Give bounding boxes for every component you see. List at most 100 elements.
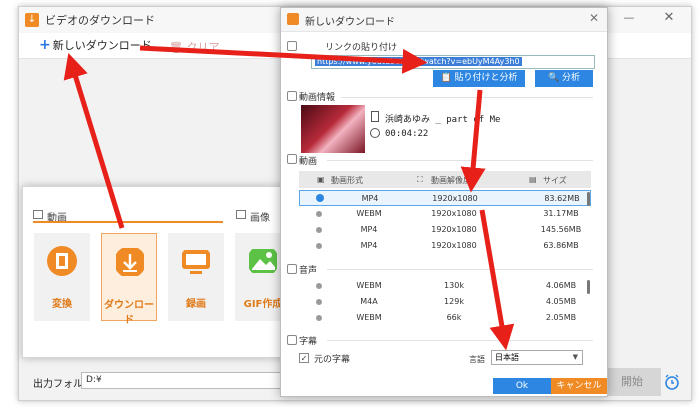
start-button[interactable]: 開始: [603, 368, 661, 396]
image-icon: [249, 249, 277, 273]
language-label: 言語: [469, 355, 485, 364]
convert-tile[interactable]: 変換: [34, 233, 90, 321]
audio-bitrate: 130k: [444, 281, 464, 290]
format-column-icon: ▣: [317, 175, 325, 184]
image-section-icon: [236, 210, 246, 219]
radio[interactable]: [316, 227, 322, 233]
main-window-title: ビデオのダウンロード: [45, 14, 155, 27]
monitor-icon: [182, 250, 210, 274]
clock-icon: [370, 128, 380, 138]
audio-row[interactable]: WEBM 130k 4.06MB: [299, 278, 591, 294]
info-icon: [287, 91, 297, 101]
analyze-button[interactable]: 🔍 分析: [535, 70, 593, 87]
radio[interactable]: [316, 299, 322, 305]
video-section-icon: [287, 154, 297, 164]
alarm-clock-icon[interactable]: [663, 373, 681, 391]
minimize-button[interactable]: —: [619, 11, 639, 29]
separator: [327, 269, 593, 270]
audio-row[interactable]: M4A 129k 4.05MB: [299, 294, 591, 310]
paste-and-analyze-button[interactable]: 📋 貼り付けと分析: [433, 70, 525, 87]
image-section-label: 画像: [250, 213, 270, 224]
video-resolution: 1920x1080: [431, 225, 477, 234]
clear-button[interactable]: 🗑 クリア: [169, 39, 219, 55]
separator: [341, 97, 593, 98]
audio-format: WEBM: [356, 313, 382, 322]
trash-icon: 🗑: [169, 41, 183, 54]
separator: [327, 340, 593, 341]
audio-size: 2.05MB: [545, 313, 577, 322]
audio-size: 4.06MB: [545, 281, 577, 290]
clear-label: クリア: [186, 41, 220, 54]
size-column-icon: ▤: [529, 175, 537, 184]
radio[interactable]: [316, 315, 322, 321]
video-size: 31.17MB: [543, 209, 579, 218]
link-icon: [287, 41, 297, 51]
video-resolution: 1920x1080: [432, 194, 478, 203]
radio[interactable]: [316, 211, 322, 217]
video-scrollbar[interactable]: [587, 192, 590, 206]
cancel-button[interactable]: キャンセル: [551, 378, 607, 394]
audio-format: M4A: [360, 297, 378, 306]
clipboard-icon: 📋: [440, 73, 452, 83]
record-label: 録画: [186, 299, 206, 310]
video-size: 145.56MB: [540, 225, 582, 234]
output-folder-field[interactable]: D:¥: [81, 372, 291, 389]
paste-link-label: リンクの貼り付け: [325, 43, 398, 53]
video-format: MP4: [360, 241, 378, 250]
url-input[interactable]: https://www.youtube.com/watch?v=ebUyM4Ay…: [311, 55, 595, 69]
size-column-header: サイズ: [543, 176, 567, 185]
new-download-button[interactable]: + 新しいダウンロード: [39, 37, 152, 55]
audio-size: 4.05MB: [545, 297, 577, 306]
dialog-close-button[interactable]: ✕: [589, 11, 599, 25]
section-divider: [33, 221, 223, 223]
video-resolution: 1920x1080: [431, 241, 477, 250]
launcher-panel: 動画 画像 変換 ダウンロード 録画 GIF作成: [22, 186, 291, 358]
audio-bitrate: 129k: [444, 297, 464, 306]
download-tile[interactable]: ダウンロード: [101, 233, 157, 326]
video-table-header: ▣ 動画形式 ⛶ 動画解像度 ▤ サイズ: [299, 171, 591, 188]
language-value: 日本語: [495, 353, 519, 362]
radio-selected[interactable]: [316, 194, 324, 202]
video-format: WEBM: [356, 209, 382, 218]
subtitle-section-label: 字幕: [299, 337, 318, 347]
video-duration: 00:04:22: [385, 129, 429, 139]
analyze-label: 分析: [562, 73, 581, 83]
download-icon: [116, 248, 144, 276]
screen: ↓ ビデオのダウンロード — ✕ + 新しいダウンロード 🗑 クリア 出力フォルダ…: [0, 0, 700, 407]
language-select[interactable]: 日本語 ▼: [491, 350, 583, 365]
convert-label: 変換: [52, 299, 72, 310]
dialog-logo-icon: [287, 13, 299, 25]
film-icon: [47, 246, 77, 276]
audio-format: WEBM: [356, 281, 382, 290]
close-button[interactable]: ✕: [659, 10, 679, 28]
record-tile[interactable]: 録画: [168, 233, 224, 321]
format-column-header: 動画形式: [331, 176, 363, 185]
ok-button[interactable]: Ok: [493, 378, 551, 394]
video-format: MP4: [360, 225, 378, 234]
resolution-column-icon: ⛶: [417, 175, 423, 184]
radio[interactable]: [316, 283, 322, 289]
separator: [327, 160, 593, 161]
video-resolution: 1920x1080: [431, 209, 477, 218]
video-row[interactable]: MP4 1920x1080 83.62MB: [299, 190, 591, 206]
url-text: https://www.youtube.com/watch?v=ebUyM4Ay…: [315, 57, 522, 66]
resolution-column-header: 動画解像度: [431, 176, 471, 185]
video-row[interactable]: WEBM 1920x1080 31.17MB: [299, 206, 591, 222]
file-icon: [371, 111, 379, 122]
video-section-icon: [33, 210, 43, 219]
audio-scrollbar[interactable]: [587, 280, 590, 294]
subtitle-icon: [287, 335, 297, 345]
audio-row[interactable]: WEBM 66k 2.05MB: [299, 310, 591, 326]
video-info-label: 動画情報: [299, 93, 336, 103]
video-format: MP4: [361, 194, 379, 203]
video-row[interactable]: MP4 1920x1080 63.86MB: [299, 238, 591, 254]
app-logo-icon: ↓: [25, 13, 39, 27]
audio-section-label: 音声: [299, 266, 318, 276]
plus-icon: +: [39, 37, 51, 53]
new-download-dialog: 新しいダウンロード ✕ リンクの貼り付け https://www.youtube…: [280, 7, 608, 397]
original-subtitles-checkbox[interactable]: ✓: [299, 353, 309, 363]
radio[interactable]: [316, 243, 322, 249]
original-subtitles-label: 元の字幕: [314, 355, 351, 365]
dialog-title: 新しいダウンロード: [305, 17, 395, 28]
video-row[interactable]: MP4 1920x1080 145.56MB: [299, 222, 591, 238]
